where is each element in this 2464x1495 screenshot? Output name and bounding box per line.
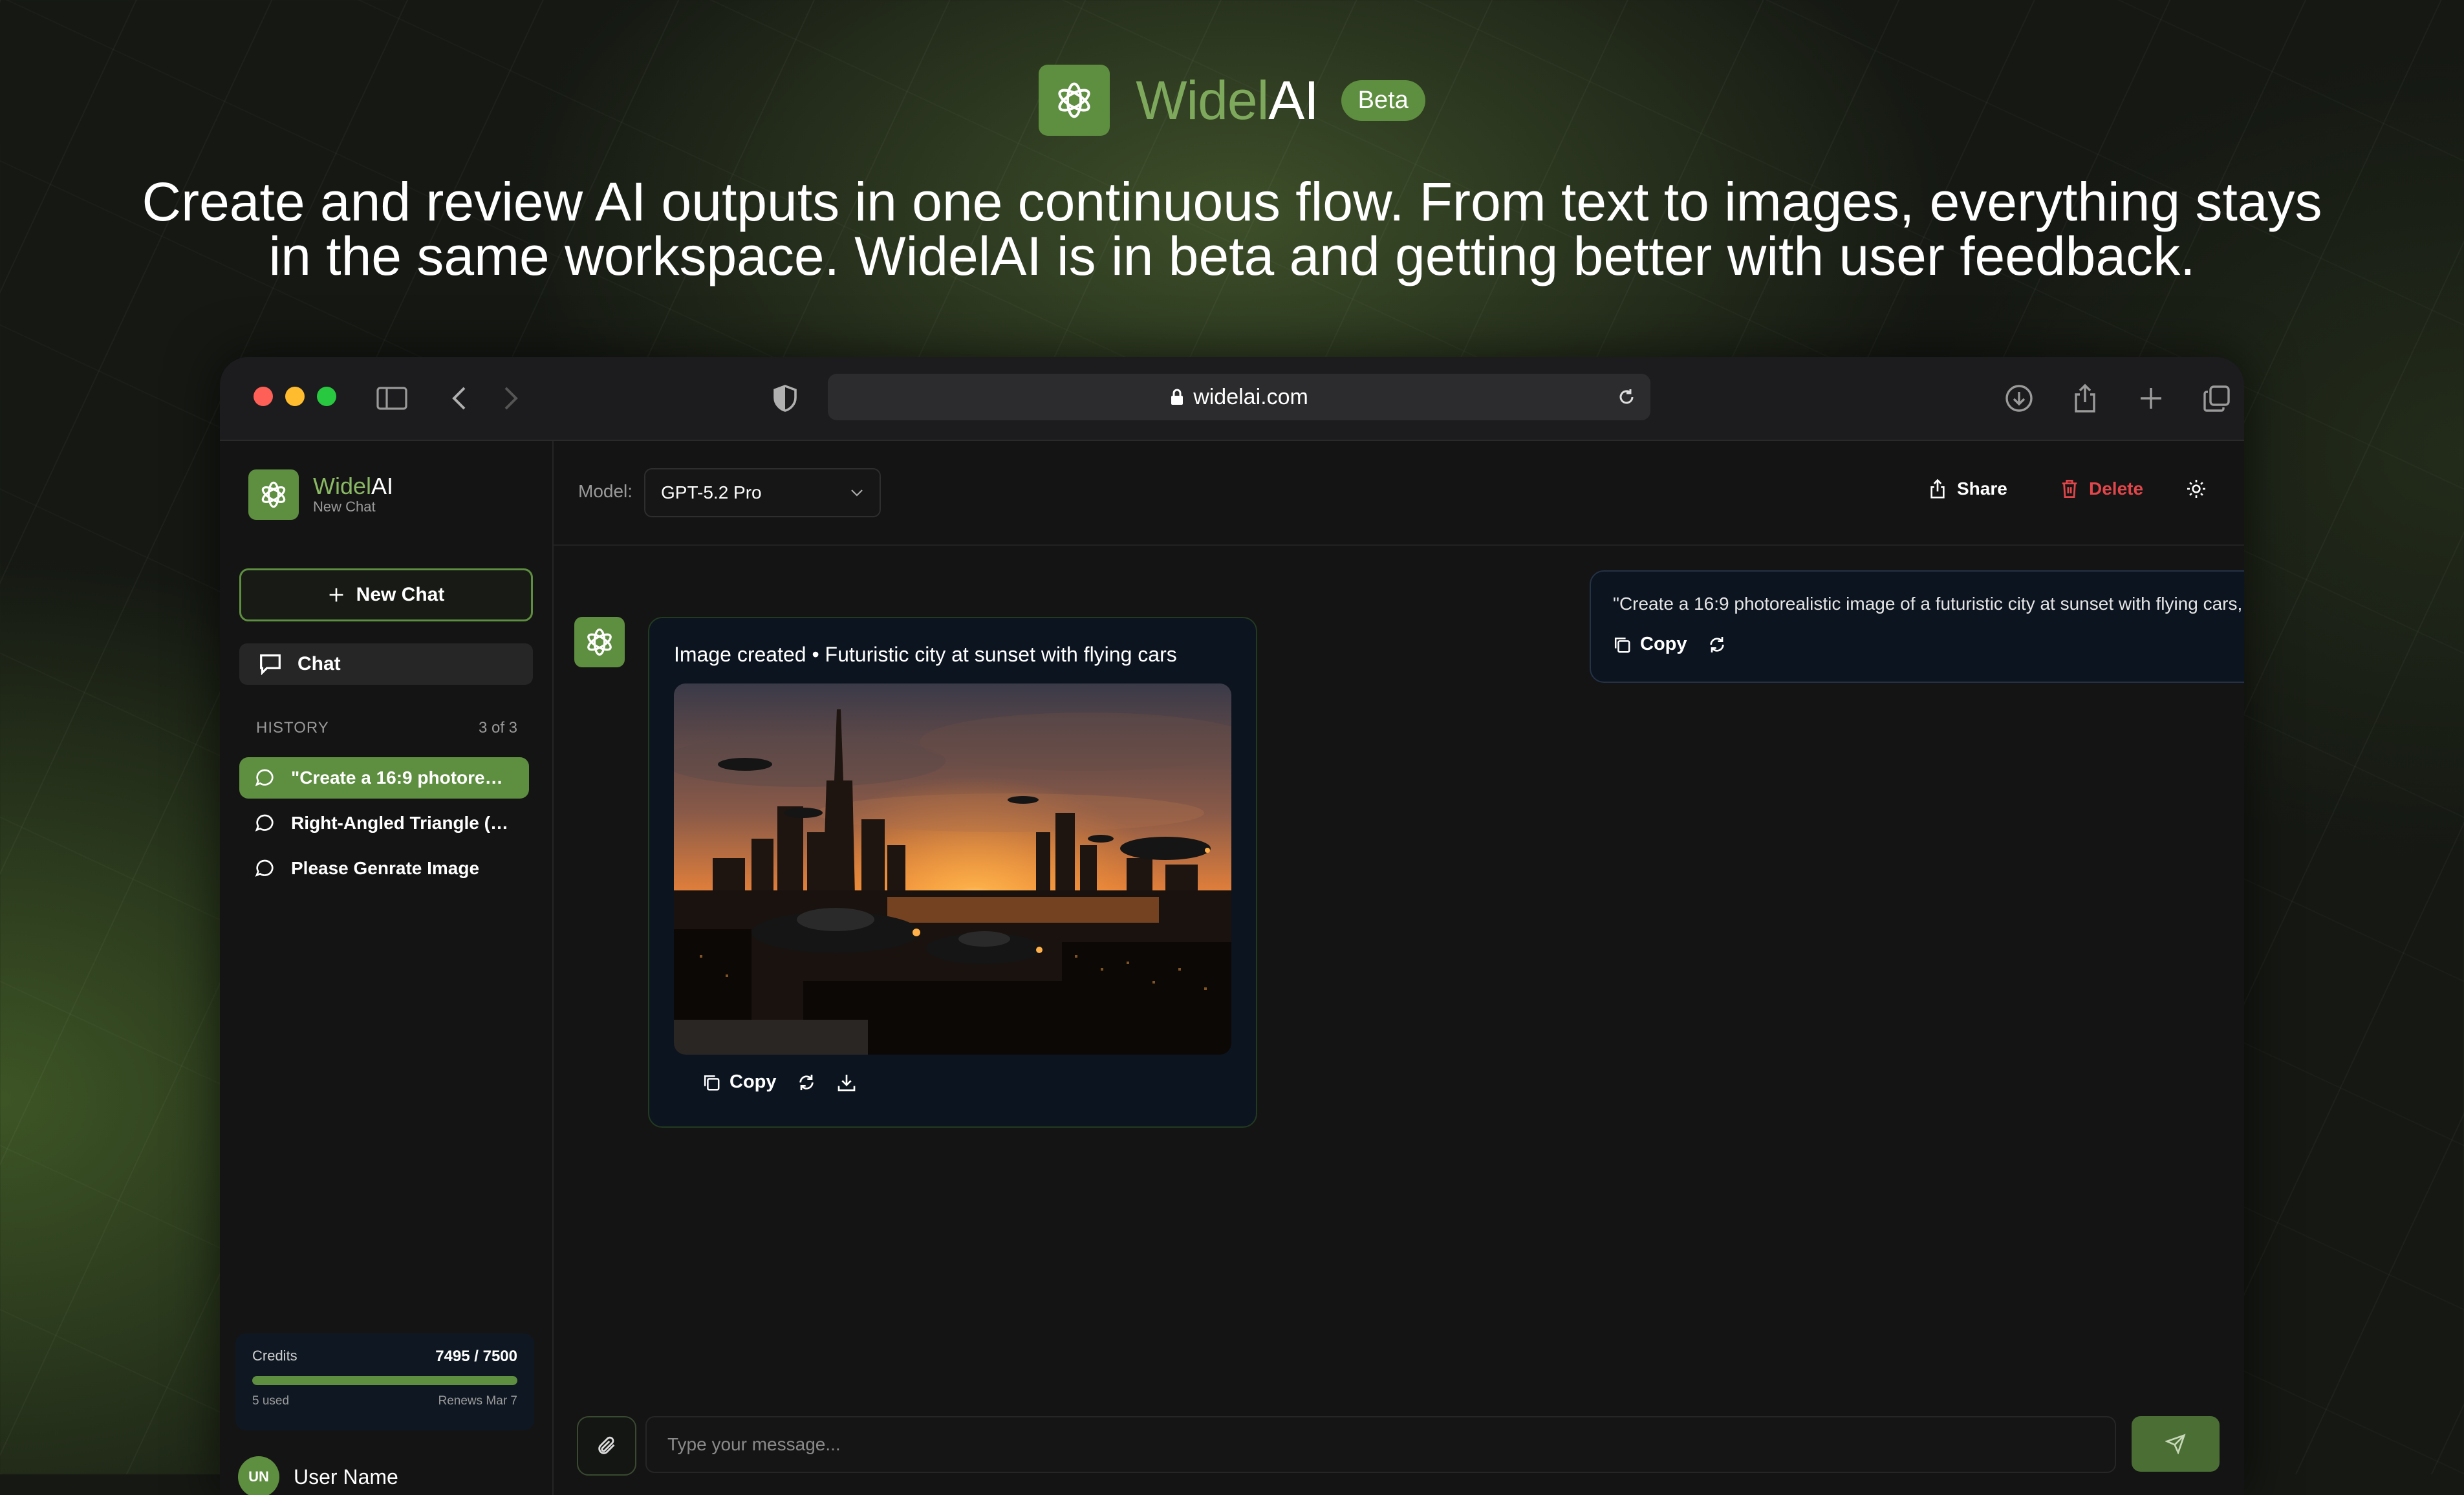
user-message-text: "Create a 16:9 photorealistic image of a… bbox=[1613, 594, 2244, 614]
assistant-avatar-icon bbox=[574, 617, 625, 667]
sidebar-item-label: Chat bbox=[297, 653, 341, 674]
app: WidelAI New Chat New Chat Chat HISTORY 3… bbox=[220, 441, 2244, 1495]
regenerate-icon[interactable] bbox=[796, 1072, 817, 1093]
credits-value: 7495 / 7500 bbox=[435, 1348, 517, 1365]
user-profile[interactable]: UN User Name bbox=[238, 1456, 398, 1495]
chat-header: Model: GPT-5.2 Pro Share Delete bbox=[554, 441, 2244, 546]
hero-brand-prefix: Widel bbox=[1136, 69, 1269, 131]
history-item[interactable]: Right-Angled Triangle (L... bbox=[239, 802, 529, 844]
address-bar[interactable]: widelai.com bbox=[828, 374, 1650, 420]
message-icon bbox=[255, 814, 274, 832]
avatar: UN bbox=[238, 1456, 279, 1495]
share-icon[interactable] bbox=[2068, 382, 2102, 415]
sidebar-brand-suffix: AI bbox=[371, 473, 394, 499]
logo-icon bbox=[248, 469, 299, 520]
shield-icon[interactable] bbox=[768, 382, 802, 415]
lock-icon bbox=[1171, 389, 1183, 405]
history-header: HISTORY 3 of 3 bbox=[256, 719, 517, 737]
hero-brand-name: WidelAI bbox=[1136, 69, 1319, 132]
forward-icon[interactable] bbox=[494, 382, 528, 415]
message-input[interactable] bbox=[645, 1416, 2116, 1473]
plus-icon bbox=[329, 588, 343, 602]
paperclip-icon bbox=[598, 1436, 615, 1454]
chat-bubble-icon bbox=[260, 654, 281, 675]
sidebar: WidelAI New Chat New Chat Chat HISTORY 3… bbox=[220, 441, 554, 1495]
download-icon[interactable] bbox=[836, 1072, 857, 1093]
assistant-caption: Image created • Futuristic city at sunse… bbox=[674, 643, 1177, 666]
history-item[interactable]: Please Genrate Image bbox=[239, 848, 529, 889]
beta-badge: Beta bbox=[1341, 80, 1425, 121]
message-icon bbox=[255, 859, 274, 877]
model-value: GPT-5.2 Pro bbox=[661, 482, 762, 502]
theme-toggle-button[interactable] bbox=[2186, 479, 2207, 499]
copy-label: Copy bbox=[729, 1071, 777, 1092]
credits-progress-bar bbox=[252, 1376, 517, 1385]
history-item[interactable]: "Create a 16:9 photoreal... bbox=[239, 757, 529, 799]
credits-label: Credits bbox=[252, 1348, 297, 1364]
new-tab-icon[interactable] bbox=[2134, 382, 2168, 415]
credits-progress-fill bbox=[252, 1376, 517, 1385]
share-icon bbox=[1930, 479, 1945, 499]
credits-panel: Credits 7495 / 7500 5 used Renews Mar 7 bbox=[235, 1333, 534, 1430]
attach-button[interactable] bbox=[577, 1416, 636, 1476]
model-select[interactable]: GPT-5.2 Pro bbox=[644, 468, 881, 517]
chat-main: Model: GPT-5.2 Pro Share Delete "Create … bbox=[554, 441, 2244, 1495]
logo-icon bbox=[1039, 65, 1110, 136]
minimize-window-button[interactable] bbox=[285, 387, 305, 406]
user-name: User Name bbox=[294, 1465, 398, 1489]
send-icon bbox=[2165, 1434, 2186, 1454]
sidebar-brand-prefix: Widel bbox=[313, 473, 372, 499]
download-icon[interactable] bbox=[2002, 382, 2036, 415]
regenerate-icon[interactable] bbox=[1707, 634, 1727, 655]
history-item-label: Right-Angled Triangle (L... bbox=[291, 813, 511, 833]
send-button[interactable] bbox=[2132, 1416, 2220, 1472]
chevron-down-icon bbox=[851, 489, 863, 497]
browser-window: widelai.com WidelAI New Chat New Chat Ch… bbox=[220, 357, 2244, 1495]
share-label: Share bbox=[1957, 479, 2007, 499]
sidebar-toggle-icon[interactable] bbox=[375, 382, 409, 415]
new-chat-button[interactable]: New Chat bbox=[239, 568, 533, 621]
sidebar-item-chat[interactable]: Chat bbox=[239, 643, 533, 685]
browser-toolbar: widelai.com bbox=[220, 357, 2244, 441]
message-icon bbox=[255, 769, 274, 786]
reload-icon[interactable] bbox=[1617, 387, 1636, 407]
close-window-button[interactable] bbox=[254, 387, 273, 406]
history-title: HISTORY bbox=[256, 719, 329, 737]
hero-brand-suffix: AI bbox=[1268, 69, 1319, 131]
history-item-label: "Create a 16:9 photoreal... bbox=[291, 768, 511, 788]
copy-button[interactable]: Copy bbox=[1613, 634, 1687, 655]
generated-image[interactable] bbox=[674, 683, 1231, 1055]
hero-tagline: Create and review AI outputs in one cont… bbox=[142, 171, 2322, 286]
copy-icon bbox=[1614, 637, 1630, 652]
share-button[interactable]: Share bbox=[1929, 479, 2007, 499]
trash-icon bbox=[2062, 480, 2077, 498]
sun-icon bbox=[2187, 480, 2205, 498]
credits-used: 5 used bbox=[252, 1394, 290, 1408]
copy-button[interactable]: Copy bbox=[702, 1071, 777, 1093]
model-label: Model: bbox=[578, 481, 633, 501]
sidebar-brand-name: WidelAI bbox=[313, 474, 393, 499]
delete-button[interactable]: Delete bbox=[2060, 479, 2143, 499]
tabs-overview-icon[interactable] bbox=[2200, 382, 2234, 415]
sidebar-subtitle: New Chat bbox=[313, 499, 376, 515]
copy-label: Copy bbox=[1640, 634, 1687, 654]
url-text: widelai.com bbox=[1193, 384, 1308, 409]
delete-label: Delete bbox=[2089, 479, 2144, 499]
sidebar-brand[interactable]: WidelAI New Chat bbox=[248, 469, 393, 520]
assistant-message: Image created • Futuristic city at sunse… bbox=[648, 617, 1257, 1128]
history-item-label: Please Genrate Image bbox=[291, 858, 480, 878]
credits-renews: Renews Mar 7 bbox=[438, 1394, 518, 1408]
hero-brand: WidelAI Beta bbox=[0, 65, 2464, 136]
new-chat-label: New Chat bbox=[356, 584, 445, 605]
history-count: 3 of 3 bbox=[478, 719, 517, 737]
copy-icon bbox=[704, 1075, 720, 1090]
back-icon[interactable] bbox=[442, 382, 476, 415]
user-message: "Create a 16:9 photorealistic image of a… bbox=[1590, 570, 2244, 683]
maximize-window-button[interactable] bbox=[317, 387, 336, 406]
